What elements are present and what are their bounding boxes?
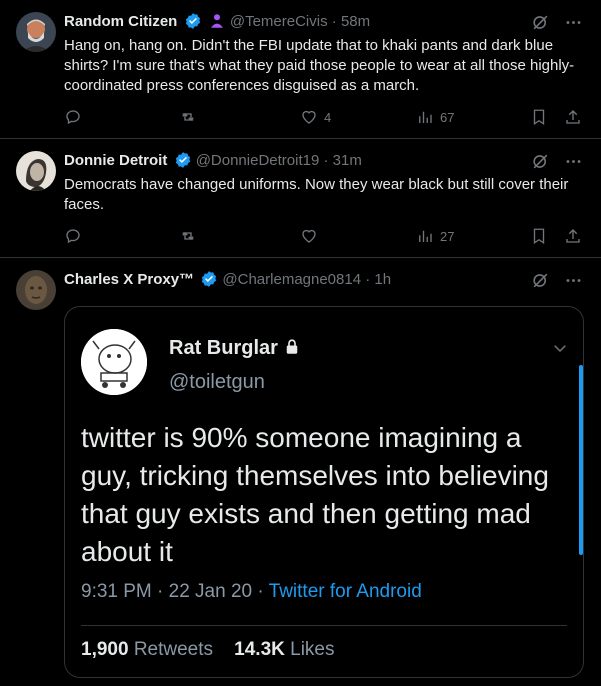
views-button[interactable]: 27	[416, 227, 454, 245]
retweet-button[interactable]	[179, 108, 197, 126]
embedded-screenshot[interactable]: Rat Burglar @toiletgun twitter is 90% so…	[64, 306, 584, 678]
likes-label: Likes	[290, 639, 335, 660]
share-icon	[566, 229, 580, 243]
tweet-header: Random Citizen @TemereCivis · 58m	[64, 12, 370, 32]
chevron-down-icon	[554, 345, 566, 353]
tweet-header: Donnie Detroit @DonnieDetroit19 · 31m	[64, 151, 362, 171]
lock-icon	[283, 338, 301, 356]
tweet-time[interactable]: 31m	[333, 152, 362, 169]
bookmark-icon	[533, 109, 545, 126]
view-count: 67	[440, 109, 455, 125]
tweet-text: Democrats have changed uniforms. Now the…	[64, 176, 569, 213]
action-bar: 27	[64, 227, 584, 247]
author-handle[interactable]: @Charlemagne0814	[222, 271, 361, 288]
quoted-timestamp: 9:31 PM · 22 Jan 20 ·	[81, 581, 269, 602]
reply-icon	[66, 110, 80, 125]
quoted-stats: 1,900 Retweets 14.3K Likes	[81, 639, 335, 661]
tweet-time[interactable]: 58m	[341, 13, 370, 30]
heart-icon	[302, 229, 316, 243]
quoted-handle: @toiletgun	[169, 371, 265, 393]
quoted-source: Twitter for Android	[268, 581, 422, 602]
more-options-icon[interactable]	[564, 271, 583, 290]
views-button[interactable]: 67	[416, 108, 454, 126]
author-name[interactable]: Donnie Detroit	[64, 152, 167, 169]
view-count: 27	[440, 228, 455, 244]
quoted-text: twitter is 90% someone imagining a guy, …	[81, 422, 549, 567]
tweet-text: Hang on, hang on. Didn't the FBI update …	[64, 37, 575, 94]
grok-icon[interactable]	[531, 271, 550, 290]
quoted-avatar	[81, 329, 147, 395]
quoted-meta: 9:31 PM · 22 Jan 20 · Twitter for Androi…	[81, 581, 422, 603]
quoted-author-name: Rat Burglar	[169, 337, 278, 359]
reply-button[interactable]	[64, 108, 82, 126]
retweets-count: 1,900	[81, 639, 129, 660]
affiliate-icon	[208, 12, 226, 30]
bookmark-icon	[533, 228, 545, 245]
avatar[interactable]	[16, 151, 56, 191]
avatar[interactable]	[16, 12, 56, 52]
retweets-label: Retweets	[133, 639, 214, 660]
scrollbar	[579, 365, 583, 555]
retweet-button[interactable]	[179, 227, 197, 245]
avatar[interactable]	[16, 270, 56, 310]
more-options-icon[interactable]	[564, 152, 583, 171]
views-chart-icon	[419, 230, 432, 242]
retweet-icon	[182, 232, 194, 240]
tweet-time[interactable]: 1h	[374, 271, 391, 288]
verified-badge-icon	[200, 270, 218, 288]
likes-count: 14.3K	[234, 639, 285, 660]
share-icon	[566, 110, 580, 124]
author-handle[interactable]: @DonnieDetroit19	[196, 152, 320, 169]
grok-icon[interactable]	[531, 152, 550, 171]
verified-badge-icon	[184, 12, 202, 30]
grok-icon[interactable]	[531, 13, 550, 32]
tweet-2[interactable]: Donnie Detroit @DonnieDetroit19 · 31m De…	[0, 139, 601, 258]
dot-separator: ·	[319, 152, 333, 169]
views-chart-icon	[419, 111, 432, 123]
bookmark-button[interactable]	[530, 227, 548, 245]
author-name[interactable]: Charles X Proxy™	[64, 271, 194, 288]
author-handle[interactable]: @TemereCivis	[230, 13, 328, 30]
dot-separator: ·	[327, 13, 341, 30]
reply-button[interactable]	[64, 227, 82, 245]
divider	[81, 625, 567, 626]
reply-icon	[66, 229, 80, 244]
share-button[interactable]	[564, 108, 582, 126]
verified-badge-icon	[174, 151, 192, 169]
quoted-name: Rat Burglar	[169, 337, 301, 360]
heart-icon	[302, 110, 316, 124]
more-options-icon[interactable]	[564, 13, 583, 32]
retweet-icon	[182, 113, 194, 121]
tweet-header: Charles X Proxy™ @Charlemagne0814 · 1h	[64, 270, 391, 290]
action-bar: 4 67	[64, 108, 584, 128]
dot-separator: ·	[361, 271, 375, 288]
tweet-1[interactable]: Random Citizen @TemereCivis · 58m Hang o…	[0, 0, 601, 139]
like-count: 4	[324, 109, 332, 125]
like-button[interactable]	[300, 227, 324, 245]
like-button[interactable]: 4	[300, 108, 331, 126]
share-button[interactable]	[564, 227, 582, 245]
author-name[interactable]: Random Citizen	[64, 13, 177, 30]
bookmark-button[interactable]	[530, 108, 548, 126]
